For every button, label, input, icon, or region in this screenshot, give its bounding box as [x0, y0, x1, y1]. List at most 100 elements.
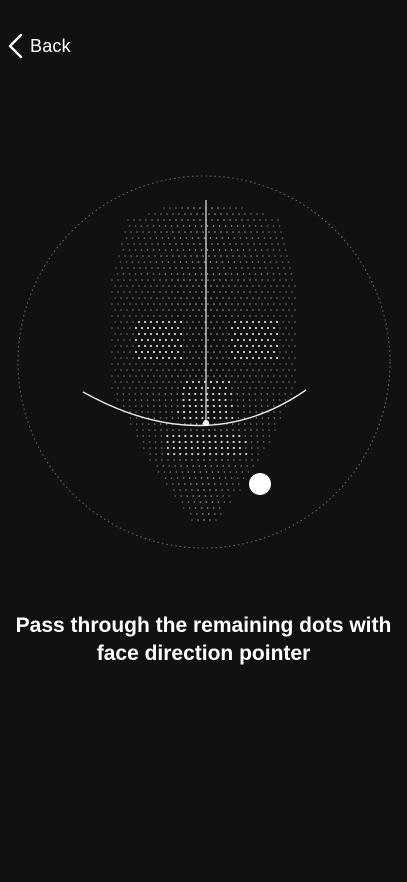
mesh-dot — [132, 345, 134, 347]
mesh-dot — [146, 249, 149, 251]
mesh-dot — [143, 320, 147, 324]
mesh-dot — [254, 350, 258, 354]
mesh-dot — [241, 267, 243, 269]
mesh-dot — [156, 465, 158, 467]
mesh-dot — [162, 369, 164, 371]
mesh-dot — [266, 273, 269, 275]
mesh-dot — [195, 327, 197, 329]
mesh-dot — [171, 363, 173, 365]
mesh-dot — [210, 285, 212, 287]
mesh-dot — [186, 357, 188, 359]
mesh-dot — [129, 417, 132, 419]
mesh-dot — [159, 291, 161, 293]
mesh-dot — [238, 213, 240, 215]
mesh-dot — [123, 327, 125, 329]
mesh-dot — [166, 255, 168, 257]
mesh-dot — [192, 357, 194, 359]
mesh-dot — [255, 303, 257, 305]
mesh-dot — [211, 243, 213, 245]
mesh-dot — [114, 285, 116, 287]
mesh-dot — [232, 231, 234, 233]
mesh-dot — [267, 375, 269, 377]
mesh-dot — [190, 255, 192, 257]
mesh-dot — [196, 434, 199, 438]
mesh-dot — [240, 297, 242, 299]
mesh-dot — [291, 291, 293, 293]
mesh-dot — [242, 273, 245, 275]
mesh-dot — [265, 267, 267, 269]
mesh-dot — [248, 225, 251, 227]
mesh-dot — [206, 273, 209, 275]
mesh-dot — [276, 369, 278, 371]
chevron-left-icon — [6, 32, 26, 60]
mesh-dot — [175, 207, 177, 209]
direction-arc — [82, 389, 307, 427]
mesh-dot — [153, 411, 155, 413]
mesh-dot — [167, 261, 170, 263]
mesh-dot — [284, 393, 287, 395]
mesh-dot — [181, 219, 183, 221]
mesh-dot — [241, 243, 243, 245]
mesh-dot — [186, 309, 188, 311]
mesh-dot — [207, 303, 209, 305]
mesh-dot — [199, 267, 201, 269]
mesh-dot — [130, 231, 132, 233]
mesh-dot — [253, 243, 255, 245]
mesh-dot — [132, 333, 134, 335]
mesh-dot — [248, 326, 252, 330]
mesh-dot — [120, 357, 122, 359]
mesh-dot — [159, 417, 162, 419]
mesh-dot — [143, 447, 145, 449]
back-button[interactable]: Back — [6, 30, 71, 62]
mesh-dot — [237, 279, 239, 281]
mesh-dot — [272, 399, 275, 401]
mesh-dot — [232, 483, 234, 485]
mesh-dot — [201, 351, 203, 353]
mesh-dot — [161, 453, 163, 455]
mesh-dot — [221, 489, 223, 491]
mesh-dot — [150, 285, 152, 287]
mesh-dot — [156, 285, 158, 287]
mesh-dot — [182, 477, 185, 479]
mesh-dot — [251, 261, 254, 263]
mesh-dot — [141, 363, 143, 365]
mesh-dot — [230, 225, 233, 227]
mesh-dot — [186, 321, 188, 323]
mesh-dot — [183, 327, 185, 329]
mesh-dot — [114, 333, 116, 335]
mesh-dot — [255, 417, 258, 419]
mesh-dot — [181, 501, 184, 503]
mesh-dot — [259, 267, 261, 269]
mesh-dot — [274, 255, 276, 257]
mesh-dot — [279, 351, 281, 353]
mesh-dot — [147, 363, 149, 365]
mesh-dot — [157, 267, 159, 269]
mesh-dot — [285, 339, 287, 341]
mesh-dot — [239, 261, 242, 263]
mesh-dot — [141, 303, 143, 305]
mesh-dot — [195, 410, 198, 414]
mesh-dot — [238, 255, 240, 257]
mesh-dot — [188, 477, 191, 479]
mesh-dot — [147, 405, 149, 407]
mesh-dot — [249, 405, 251, 407]
mesh-dot — [191, 380, 195, 384]
mesh-dot — [239, 332, 243, 336]
target-dot[interactable] — [249, 473, 271, 495]
mesh-dot — [143, 261, 146, 263]
mesh-dot — [194, 392, 197, 396]
mesh-dot — [212, 477, 215, 479]
mesh-dot — [198, 297, 200, 299]
mesh-dot — [150, 297, 152, 299]
mesh-dot — [190, 231, 192, 233]
mesh-dot — [264, 309, 266, 311]
mesh-dot — [180, 381, 182, 383]
mesh-dot — [111, 327, 113, 329]
mesh-dot — [208, 483, 210, 485]
mesh-dot — [288, 357, 290, 359]
mesh-dot — [167, 320, 171, 324]
mesh-dot — [227, 452, 230, 456]
mesh-dot — [277, 243, 279, 245]
mesh-dot — [184, 231, 186, 233]
mesh-dot — [151, 267, 153, 269]
